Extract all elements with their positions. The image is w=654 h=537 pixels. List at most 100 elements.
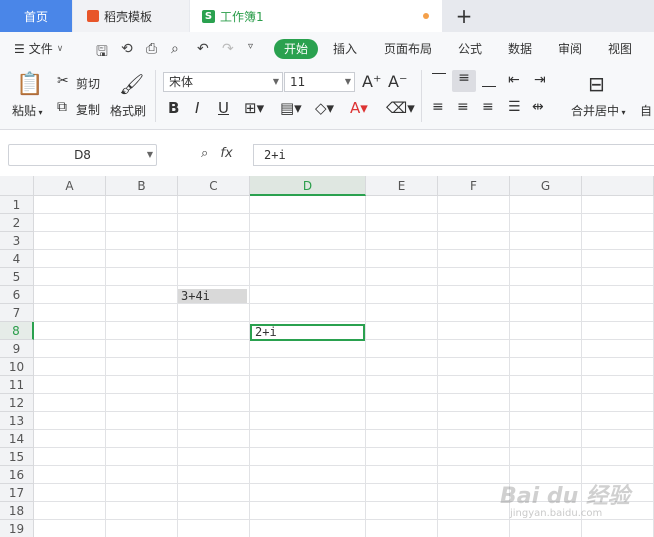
indent-decrease-icon[interactable]: ⇤: [508, 72, 520, 88]
row-header-19[interactable]: 19: [0, 520, 34, 537]
watermark-logo: Bai du 经验: [500, 484, 630, 509]
tab-insert[interactable]: 插入: [333, 40, 357, 57]
column-gridline: [249, 196, 250, 537]
undo-icon[interactable]: ↶: [197, 41, 209, 57]
quick-access-dropdown-icon[interactable]: ▿: [248, 41, 253, 52]
tab-home[interactable]: 首页: [0, 0, 72, 32]
fx-icon[interactable]: fx: [220, 146, 232, 161]
row-gridline: [34, 357, 654, 358]
copy-button[interactable]: 复制: [76, 101, 100, 118]
align-left-icon[interactable]: ≡: [432, 99, 444, 115]
eraser-icon[interactable]: ⌫▾: [386, 99, 415, 117]
dropdown-arrow-icon: ▼: [344, 77, 351, 86]
format-painter-button[interactable]: 格式刷: [110, 102, 146, 119]
row-header-7[interactable]: 7: [0, 304, 34, 322]
row-gridline: [34, 249, 654, 250]
row-header-3[interactable]: 3: [0, 232, 34, 250]
font-name-select[interactable]: 宋体 ▼: [163, 72, 283, 92]
row-header-12[interactable]: 12: [0, 394, 34, 412]
row-header-18[interactable]: 18: [0, 502, 34, 520]
cut-button[interactable]: 剪切: [76, 75, 100, 92]
column-header-a[interactable]: A: [34, 176, 106, 196]
row-header-5[interactable]: 5: [0, 268, 34, 286]
tab-review[interactable]: 审阅: [558, 40, 582, 57]
row-header-1[interactable]: 1: [0, 196, 34, 214]
format-painter-icon[interactable]: 🖌: [119, 72, 144, 96]
new-tab-button[interactable]: +: [452, 0, 476, 32]
tab-start[interactable]: 开始: [274, 39, 318, 59]
align-bottom-icon[interactable]: ⎽: [482, 72, 496, 88]
bold-icon[interactable]: B: [168, 99, 179, 117]
paste-icon[interactable]: 📋: [16, 72, 43, 97]
tab-workbook[interactable]: S 工作簿1: [190, 0, 442, 32]
row-header-16[interactable]: 16: [0, 466, 34, 484]
merge-center-label: 合并居中: [571, 104, 620, 118]
row-header-4[interactable]: 4: [0, 250, 34, 268]
copy-icon[interactable]: ⧉: [57, 99, 67, 115]
export-icon[interactable]: ⟲: [121, 41, 133, 57]
font-size-select[interactable]: 11 ▼: [284, 72, 355, 92]
save-icon[interactable]: 🖫: [96, 41, 108, 65]
row-header-13[interactable]: 13: [0, 412, 34, 430]
tab-page-layout[interactable]: 页面布局: [384, 40, 432, 57]
file-menu-label: 文件: [28, 42, 53, 56]
column-header-c[interactable]: C: [178, 176, 250, 196]
tab-view[interactable]: 视图: [608, 40, 632, 57]
paste-button[interactable]: 粘贴 ▾: [12, 102, 43, 119]
row-header-2[interactable]: 2: [0, 214, 34, 232]
row-header-9[interactable]: 9: [0, 340, 34, 358]
row-header-10[interactable]: 10: [0, 358, 34, 376]
row-header-17[interactable]: 17: [0, 484, 34, 502]
print-preview-icon[interactable]: ⌕: [171, 41, 179, 57]
merge-center-button[interactable]: 合并居中 ▾: [571, 102, 626, 119]
indent-increase-icon[interactable]: ⇥: [534, 72, 546, 88]
font-shrink-icon[interactable]: A⁻: [388, 72, 407, 91]
align-right-icon[interactable]: ≡: [482, 99, 494, 115]
row-header-15[interactable]: 15: [0, 448, 34, 466]
column-header-e[interactable]: E: [366, 176, 438, 196]
tab-templates[interactable]: 稻壳模板: [73, 0, 189, 32]
row-header-14[interactable]: 14: [0, 430, 34, 448]
auto-wrap-button[interactable]: 自: [640, 102, 652, 119]
cell-c6[interactable]: 3+4i: [178, 289, 247, 303]
zoom-icon[interactable]: ⌕: [201, 146, 208, 161]
column-header-g[interactable]: G: [510, 176, 582, 196]
italic-icon[interactable]: I: [195, 99, 199, 117]
name-box[interactable]: D8 ▼: [8, 144, 157, 166]
align-center-icon[interactable]: ≡: [457, 99, 469, 115]
border-icon[interactable]: ⊞▾: [244, 99, 264, 117]
redo-icon[interactable]: ↷: [222, 41, 234, 57]
cell-d8[interactable]: 2+i: [250, 324, 365, 341]
tab-home-label: 首页: [23, 9, 48, 24]
font-color-icon[interactable]: A▾: [350, 99, 368, 117]
select-all-corner[interactable]: [0, 176, 34, 196]
column-header-f[interactable]: F: [438, 176, 510, 196]
column-header-b[interactable]: B: [106, 176, 178, 196]
font-grow-icon[interactable]: A⁺: [362, 72, 381, 91]
fill-pattern-icon[interactable]: ▤▾: [280, 99, 302, 117]
tab-formula[interactable]: 公式: [458, 40, 482, 57]
docer-logo-icon: [87, 10, 99, 22]
ribbon-divider: [421, 70, 422, 122]
formula-bar: D8 ▼ ⌕ fx 2+i: [0, 138, 654, 176]
file-menu-button[interactable]: ☰ 文件 ∨: [14, 40, 63, 57]
tab-bar: 首页 稻壳模板 S 工作簿1 +: [0, 0, 654, 32]
align-top-icon[interactable]: ⎺: [432, 72, 446, 88]
merge-center-icon[interactable]: ⊟: [588, 72, 605, 96]
column-header-overflow[interactable]: [582, 176, 654, 196]
align-middle-icon[interactable]: ≡: [452, 70, 476, 92]
justify-icon[interactable]: ☰: [508, 99, 521, 115]
print-icon[interactable]: ⎙: [146, 41, 157, 57]
fill-color-icon[interactable]: ◇▾: [315, 99, 334, 117]
underline-icon[interactable]: U: [218, 99, 229, 117]
menu-row: ☰ 文件 ∨ 🖫 ⟲ ⎙ ⌕ ↶ ↷ ▿ 开始 插入 页面布局 公式 数据 审阅…: [0, 32, 654, 66]
column-header-d[interactable]: D: [250, 176, 366, 196]
scissors-icon[interactable]: ✂: [57, 73, 69, 89]
row-header-6[interactable]: 6: [0, 286, 34, 304]
row-gridline: [34, 285, 654, 286]
tab-data[interactable]: 数据: [508, 40, 532, 57]
formula-input[interactable]: 2+i: [253, 144, 654, 166]
row-header-8[interactable]: 8: [0, 322, 34, 340]
distributed-icon[interactable]: ⇹: [532, 99, 544, 115]
row-header-11[interactable]: 11: [0, 376, 34, 394]
